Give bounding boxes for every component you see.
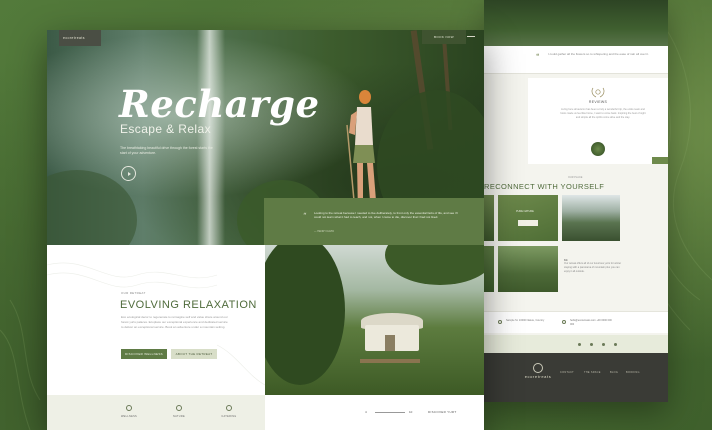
- feature-blurb: Kit Our retreat offers all of our luxuri…: [564, 258, 624, 274]
- section-title: EVOLVING RELAXATION: [120, 299, 257, 311]
- testimonial-text: I could gather all the flowers so to whi…: [548, 52, 649, 56]
- gallery-photo[interactable]: [484, 195, 494, 241]
- quote-icon: “: [303, 212, 307, 220]
- pager-current: 4: [365, 410, 367, 414]
- gallery-photo[interactable]: [484, 246, 494, 292]
- email-text: hello@ecoretreats.com +00 0000 000 000: [570, 319, 612, 326]
- feature-catering[interactable]: CATERING: [215, 405, 243, 418]
- connect-heading: RECONNECT WITH YOURSELF: [484, 182, 605, 191]
- feature-bar: WELLNESS NATURE CATERING: [47, 395, 265, 430]
- mail-icon: [562, 320, 566, 324]
- menu-icon[interactable]: [467, 36, 475, 37]
- feature-wellness[interactable]: WELLNESS: [115, 405, 143, 418]
- tile-label: PURE NATURE: [516, 210, 534, 213]
- yurt-deck: [360, 359, 420, 363]
- reviewer-avatar: [591, 142, 605, 156]
- back-page-preview: ❝ I could gather all the flowers so to w…: [484, 0, 668, 402]
- leaf-icon: [176, 405, 182, 411]
- relaxation-section: OUR RETREAT EVOLVING RELAXATION Eco ecol…: [47, 245, 265, 395]
- tree: [385, 245, 484, 285]
- feature-label: CATERING: [221, 415, 237, 418]
- footer-link-blog[interactable]: BLOG: [610, 371, 618, 374]
- address-text: Sample St. 10000 Nature, Country: [506, 319, 545, 322]
- hero-description: The breathtaking beautiful drive through…: [120, 146, 213, 155]
- feature-blurb-body: Our retreat offers all of our luxurious …: [564, 262, 622, 273]
- quote-icon: ❝: [536, 54, 540, 60]
- footer-link-booking[interactable]: BOOKING: [626, 371, 640, 374]
- hero-title: Recharge: [119, 82, 320, 126]
- hero-subtitle: Escape & Relax: [120, 122, 211, 136]
- waterfall-mist: [197, 30, 225, 245]
- connect-eyebrow: OUR PLACE: [568, 176, 583, 179]
- hero-section: ecoretreats BOOK NOW Recharge Escape & R…: [47, 30, 484, 245]
- gallery-photo-yurt[interactable]: [498, 246, 558, 292]
- location-icon: [498, 320, 502, 324]
- site-footer: ecoretreats CONTACT THE SPACE BLOG BOOKI…: [484, 353, 668, 402]
- lotus-icon: [126, 405, 132, 411]
- about-retreat-button[interactable]: ABOUT THE RETREAT: [171, 349, 217, 359]
- yurt-door: [385, 335, 395, 351]
- pager-progress: [375, 412, 405, 413]
- discover-wellness-button[interactable]: DISCOVER WELLNESS: [121, 349, 167, 359]
- quote-author: — HENRY DAVID: [314, 230, 335, 233]
- quote-panel: “ Looking to the retreat because I neede…: [264, 198, 484, 245]
- pager-total: 10: [409, 410, 413, 414]
- slider-tab[interactable]: [652, 157, 668, 164]
- book-now-button[interactable]: BOOK NOW: [422, 30, 466, 44]
- header-logo-text: ecoretreats: [63, 36, 85, 40]
- facebook-icon[interactable]: [578, 343, 581, 346]
- feature-label: WELLNESS: [120, 415, 137, 418]
- yurt-photo: [265, 245, 484, 395]
- review-card: REVIEWS Living here all autumn has been …: [528, 78, 668, 164]
- main-page-preview: ecoretreats BOOK NOW Recharge Escape & R…: [47, 30, 484, 430]
- section-body: Eco ecological decor to regenerate to re…: [121, 315, 228, 329]
- social-links: [484, 335, 668, 353]
- gallery-photo-bath[interactable]: [562, 195, 620, 241]
- gallery-tile-featured[interactable]: PURE NATURE: [498, 195, 558, 241]
- review-title: REVIEWS: [588, 100, 608, 104]
- slider-pager: 4 10 DISCOVER YURT: [265, 395, 484, 430]
- tree: [265, 245, 345, 385]
- header-logo[interactable]: ecoretreats: [59, 30, 101, 46]
- feature-label: NATURE: [173, 415, 185, 418]
- dining-icon: [226, 405, 232, 411]
- section-eyebrow: OUR RETREAT: [121, 291, 146, 295]
- twitter-icon[interactable]: [590, 343, 593, 346]
- feature-nature[interactable]: NATURE: [165, 405, 193, 418]
- review-body: Living here all autumn has been a truly …: [560, 108, 646, 119]
- tree-logo-icon: [533, 363, 543, 373]
- footer-logo[interactable]: ecoretreats: [520, 363, 556, 379]
- play-icon[interactable]: [121, 166, 136, 181]
- contact-info-row: Sample St. 10000 Nature, Country hello@e…: [484, 311, 668, 333]
- forest-stream-photo: [484, 0, 668, 52]
- laurel-icon: [591, 87, 605, 98]
- discover-yurt-link[interactable]: DISCOVER YURT: [428, 410, 456, 414]
- foliage: [47, 170, 137, 245]
- footer-link-space[interactable]: THE SPACE: [584, 371, 601, 374]
- testimonial-row: ❝ I could gather all the flowers so to w…: [484, 46, 668, 74]
- instagram-icon[interactable]: [602, 343, 605, 346]
- pinterest-icon[interactable]: [614, 343, 617, 346]
- tile-book-button[interactable]: [518, 220, 538, 226]
- footer-link-contact[interactable]: CONTACT: [560, 371, 574, 374]
- quote-text: Looking to the retreat because I needed …: [314, 211, 459, 220]
- footer-logo-text: ecoretreats: [524, 374, 552, 379]
